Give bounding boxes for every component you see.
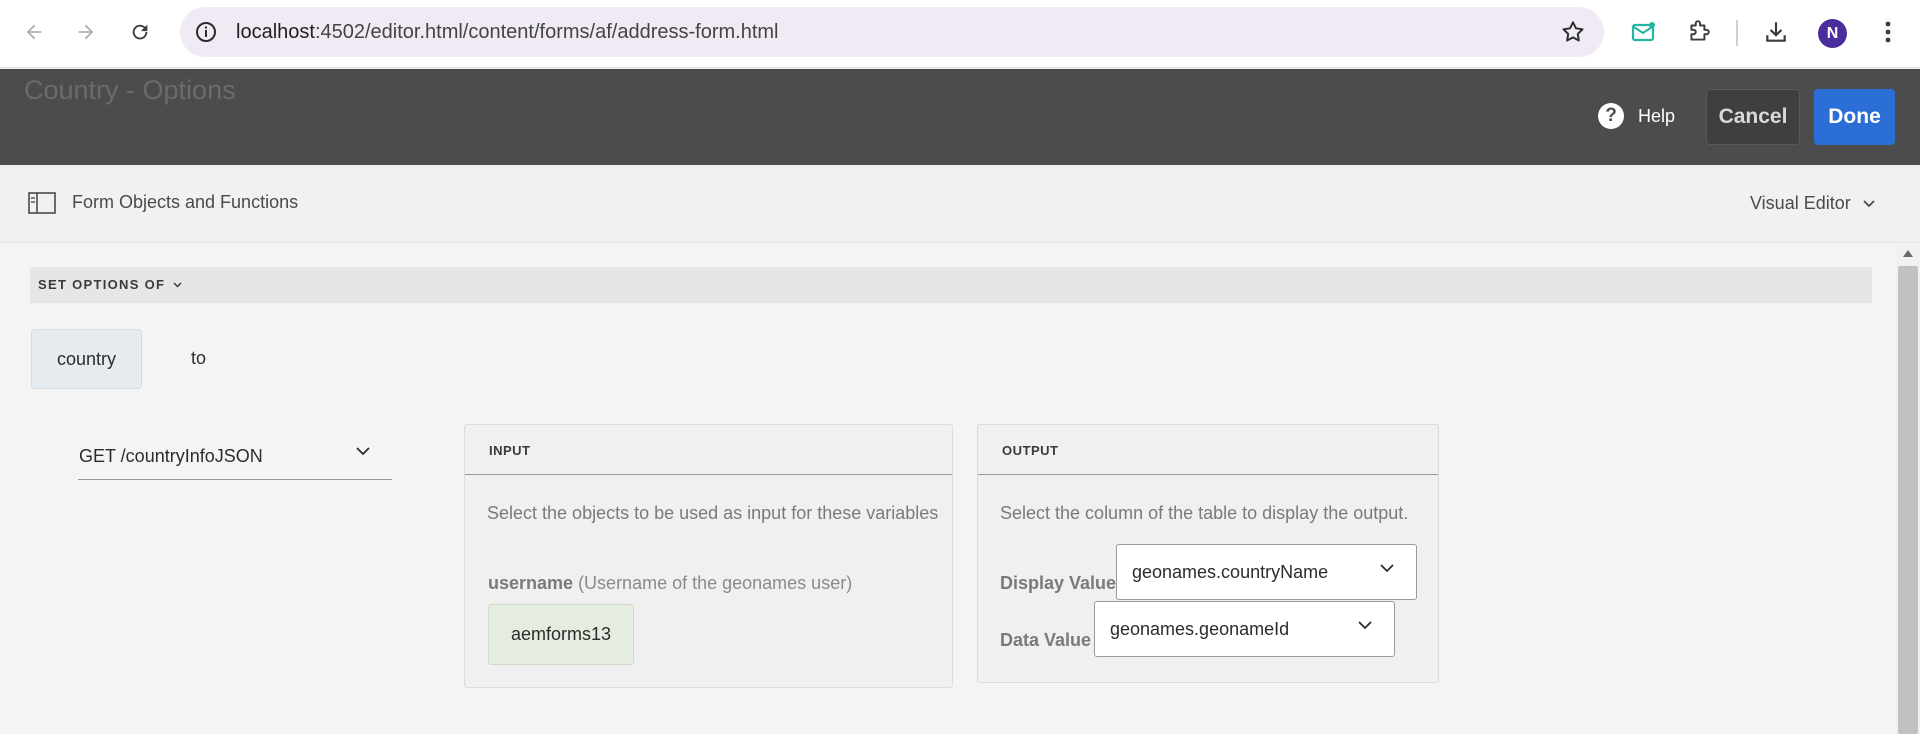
output-panel: OUTPUT Select the column of the table to… — [977, 424, 1439, 683]
address-bar[interactable]: localhost:4502/editor.html/content/forms… — [180, 7, 1604, 57]
mail-extension-icon[interactable] — [1628, 16, 1660, 48]
param-description: (Username of the geonames user) — [578, 573, 853, 593]
set-options-dropdown[interactable]: SET OPTIONS OF — [38, 277, 182, 292]
set-options-statement[interactable]: SET OPTIONS OF — [30, 267, 1872, 303]
forward-arrow-icon — [78, 24, 94, 40]
cancel-button[interactable]: Cancel — [1706, 89, 1800, 145]
data-value-text: geonames.geonameId — [1110, 619, 1290, 639]
rule-editor-header: Country - Options ? Help Cancel Done — [0, 69, 1920, 165]
output-panel-title: OUTPUT — [1002, 443, 1059, 458]
editor-toolbar: Form Objects and Functions Visual Editor — [0, 165, 1920, 243]
chevron-down-icon — [1380, 564, 1394, 573]
back-button[interactable] — [16, 14, 52, 50]
input-description: Select the objects to be used as input f… — [487, 503, 939, 523]
rule-canvas: SET OPTIONS OF country to GET /countryIn… — [0, 244, 1896, 734]
input-parameter-label: username (Username of the geonames user) — [488, 573, 852, 594]
help-label: Help — [1638, 105, 1676, 126]
set-options-label: SET OPTIONS OF — [38, 277, 166, 292]
bookmark-star-icon[interactable] — [1560, 19, 1586, 45]
form-objects-label[interactable]: Form Objects and Functions — [72, 192, 298, 213]
input-panel-header: INPUT — [465, 425, 952, 475]
chevron-down-icon — [1863, 199, 1875, 207]
download-icon[interactable] — [1760, 16, 1792, 48]
page-title: Country - Options — [24, 75, 236, 105]
output-panel-header: OUTPUT — [978, 425, 1438, 475]
done-button[interactable]: Done — [1814, 89, 1895, 145]
target-field-chip[interactable]: country — [31, 329, 142, 389]
data-value-label: Data Value — [1000, 630, 1092, 650]
side-panel-toggle-icon[interactable] — [28, 192, 56, 214]
input-panel-title: INPUT — [489, 443, 531, 458]
extensions-puzzle-icon[interactable] — [1683, 16, 1715, 48]
url-host: localhost — [236, 21, 315, 43]
toolbar-divider — [1736, 20, 1738, 46]
to-label: to — [191, 348, 207, 368]
profile-avatar[interactable]: N — [1818, 19, 1847, 48]
url-path: :4502/editor.html/content/forms/af/addre… — [314, 21, 779, 43]
browser-menu-icon[interactable] — [1872, 16, 1904, 48]
help-button[interactable]: ? Help — [1598, 103, 1675, 129]
service-dropdown[interactable]: GET /countryInfoJSON — [78, 438, 392, 480]
browser-toolbar: localhost:4502/editor.html/content/forms… — [0, 0, 1920, 68]
chevron-down-icon — [356, 447, 370, 456]
help-icon: ? — [1598, 103, 1624, 129]
param-value-chip[interactable]: aemforms13 — [488, 604, 634, 665]
back-arrow-icon — [26, 24, 42, 40]
output-description: Select the column of the table to displa… — [1000, 503, 1409, 523]
scroll-up-arrow-icon[interactable] — [1903, 250, 1913, 257]
forward-button[interactable] — [68, 14, 104, 50]
editor-mode-dropdown[interactable]: Visual Editor — [1750, 193, 1875, 214]
reload-button[interactable] — [122, 14, 158, 50]
display-value-label: Display Value — [1000, 573, 1117, 593]
reload-icon — [132, 24, 148, 40]
param-name: username — [488, 573, 574, 593]
chevron-down-icon — [1358, 621, 1372, 630]
editor-mode-label: Visual Editor — [1750, 193, 1851, 213]
url-text: localhost:4502/editor.html/content/forms… — [236, 21, 778, 44]
data-value-select[interactable]: geonames.geonameId — [1094, 601, 1395, 657]
display-value-select[interactable]: geonames.countryName — [1116, 544, 1417, 600]
service-label: GET /countryInfoJSON — [79, 446, 263, 466]
vertical-scrollbar[interactable] — [1896, 244, 1920, 734]
input-panel: INPUT Select the objects to be used as i… — [464, 424, 953, 688]
display-value-text: geonames.countryName — [1132, 562, 1329, 582]
scrollbar-thumb[interactable] — [1898, 266, 1918, 734]
site-info-icon[interactable] — [194, 20, 218, 44]
chevron-down-icon — [173, 281, 182, 288]
